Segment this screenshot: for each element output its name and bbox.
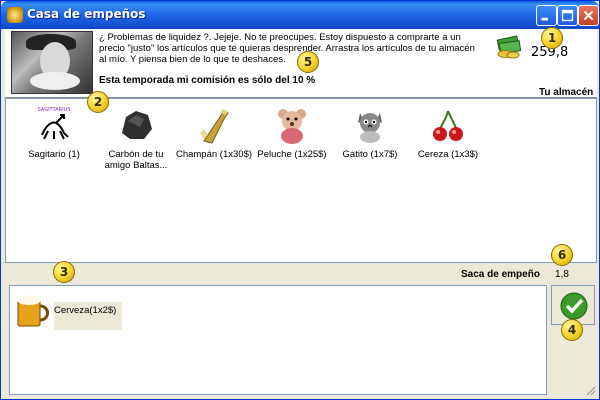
kitten-icon — [358, 113, 382, 143]
maximize-icon — [561, 9, 574, 22]
callout-badge: 4 — [561, 319, 583, 341]
store-item-champan[interactable]: Champán (1x30$) — [174, 105, 254, 160]
store-item-peluche[interactable]: Peluche (1x25$) — [252, 105, 332, 160]
store-item-label: Cereza (1x3$) — [417, 149, 479, 160]
pawn-item-cerveza[interactable]: Cerveza(1x2$) — [12, 288, 122, 330]
beer-icon — [17, 295, 49, 327]
minimize-button[interactable] — [536, 5, 557, 26]
pawn-label: Saca de empeño — [461, 269, 540, 280]
store-item-label: Gatito (1x7$) — [342, 149, 398, 160]
commission-text: Esta temporada mi comisión es sólo del 1… — [99, 75, 316, 86]
minimize-icon — [541, 17, 548, 21]
close-icon — [583, 10, 594, 21]
callout-badge: 3 — [53, 261, 75, 283]
intro-text: ¿ Problemas de liquidez ?. Jejeje. No te… — [99, 32, 475, 65]
store-item-label: Sagitario (1) — [28, 149, 80, 160]
pawnshop-window: Casa de empeños ¿ Problemas de liquidez … — [0, 0, 600, 400]
store-item-carbon[interactable]: Carbón de tu amigo Baltas... — [96, 105, 176, 171]
window-title: Casa de empeños — [27, 7, 146, 21]
title-bar[interactable]: Casa de empeños — [1, 1, 599, 29]
callout-badge: 1 — [541, 27, 563, 49]
close-button[interactable] — [578, 5, 599, 26]
cherry-icon — [433, 110, 463, 141]
maximize-button[interactable] — [557, 5, 578, 26]
callout-badge: 2 — [87, 91, 109, 113]
teddy-bear-icon — [278, 109, 306, 144]
pawn-item-label: Cerveza(1x2$) — [54, 302, 122, 330]
pawn-value: 1,8 — [555, 269, 569, 280]
store-item-cereza[interactable]: Cereza (1x3$) — [408, 105, 488, 160]
store-item-label: Carbón de tu amigo Baltas... — [104, 149, 168, 171]
resize-grip-icon[interactable] — [586, 386, 596, 396]
shopkeeper-avatar — [11, 31, 93, 94]
store-item-gatito[interactable]: Gatito (1x7$) — [330, 105, 410, 160]
pawn-panel[interactable]: Cerveza(1x2$) — [9, 285, 547, 395]
pawn-bar: Saca de empeño 1,8 — [5, 263, 597, 285]
store-item-label: Champán (1x30$) — [175, 149, 253, 160]
store-item-sagitario[interactable]: SAGITTARIUS Sagitario (1) — [14, 105, 94, 160]
store-panel[interactable]: SAGITTARIUS Sagitario (1) Carbón de tu a… — [5, 98, 597, 263]
champagne-icon — [200, 109, 229, 144]
coal-icon — [122, 111, 152, 139]
callout-badge: 5 — [297, 51, 319, 73]
sagittarius-icon-label: SAGITTARIUS — [38, 107, 71, 113]
callout-badge: 6 — [551, 244, 573, 266]
store-item-label: Peluche (1x25$) — [257, 149, 327, 160]
money-icon — [496, 35, 522, 59]
sagittarius-icon: SAGITTARIUS — [38, 107, 71, 140]
app-icon — [7, 7, 23, 23]
